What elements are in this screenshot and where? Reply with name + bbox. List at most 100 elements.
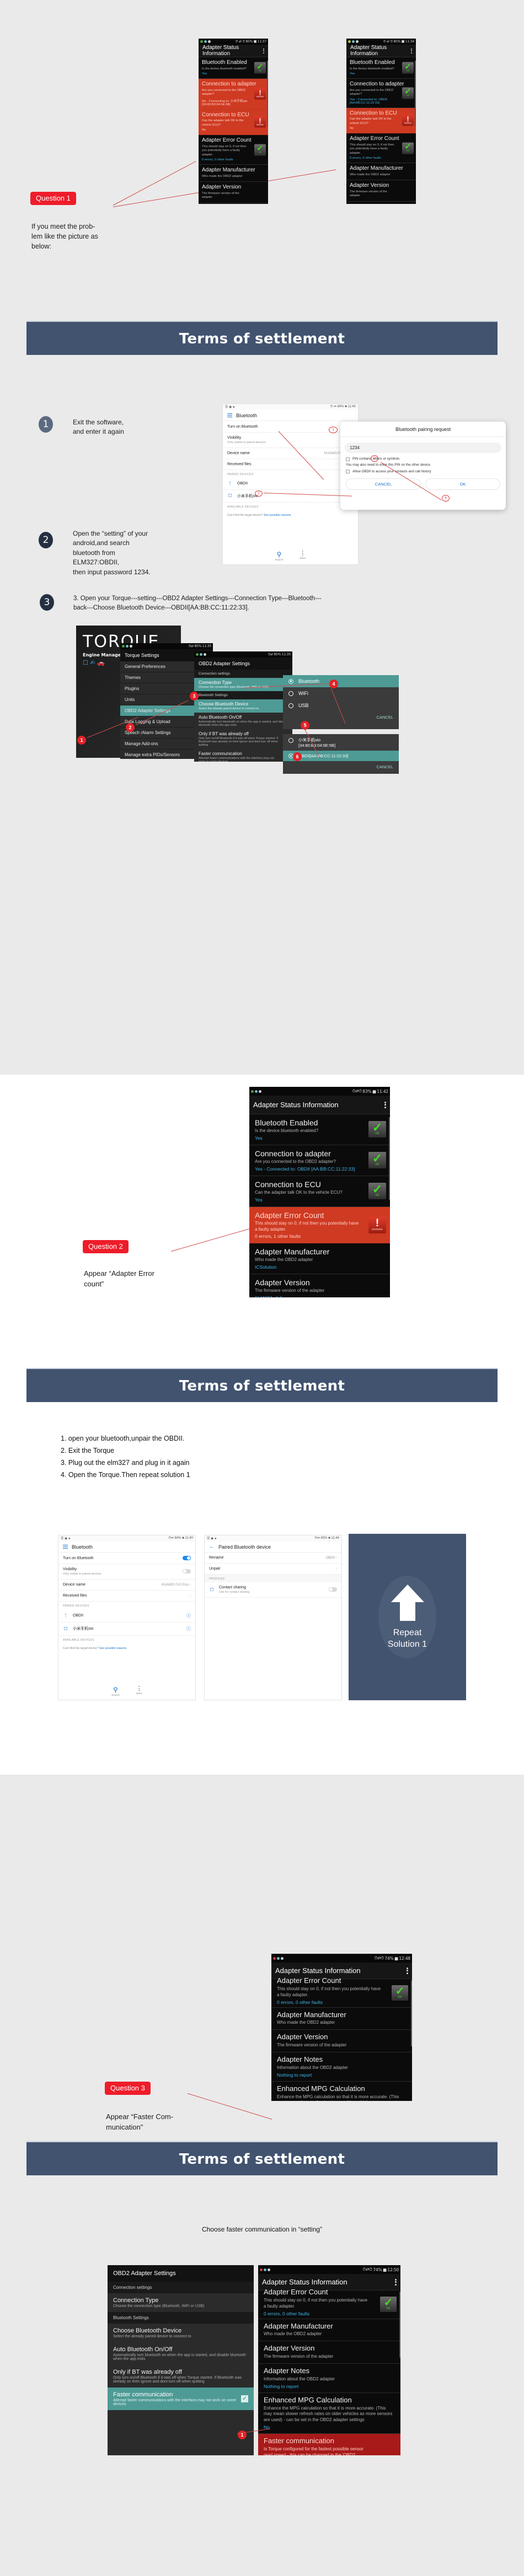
- overflow-menu-icon[interactable]: [384, 1101, 386, 1108]
- checkbox-icon[interactable]: [346, 457, 350, 461]
- row-value: 0 errors, 0 other faults: [350, 157, 381, 160]
- rename-row[interactable]: Rename OBDII ›: [205, 1553, 341, 1564]
- radio-icon[interactable]: [288, 703, 293, 708]
- obd2-adapter-settings-screen-2: OBD2 Adapter Settings Connection setting…: [108, 2265, 254, 2455]
- warning-badge-icon: ! WARNING: [254, 116, 266, 128]
- info-icon[interactable]: ⓘ: [186, 1613, 191, 1619]
- adapter-status-list: Bluetooth Enabled Is the device bluetoot…: [199, 57, 268, 204]
- overflow-menu-icon[interactable]: [411, 48, 412, 53]
- only-if-bt-off-item[interactable]: Only if BT was already off Only turn on/…: [194, 729, 292, 749]
- cancel-button[interactable]: CANCEL: [283, 761, 399, 774]
- device-name-row[interactable]: Device name HUAWEI P10 Plus ›: [58, 1580, 195, 1591]
- faster-checkbox[interactable]: ✓: [241, 2395, 248, 2402]
- hamburger-icon[interactable]: [63, 1544, 68, 1549]
- search-button[interactable]: ⚲ Search: [111, 1686, 120, 1696]
- row-value: Nothing to report: [277, 2072, 312, 2078]
- bluetooth-toggle[interactable]: [183, 1556, 191, 1560]
- marker-6: 6: [293, 752, 302, 761]
- status-row-enhanced-mpg: Enhanced MPG Calculation Enhance the MPG…: [271, 2081, 412, 2101]
- marker-2: 2: [126, 723, 135, 732]
- choose-bluetooth-device-item[interactable]: Choose Bluetooth Device Select the alrea…: [108, 2324, 254, 2342]
- repeat-solution-panel: Repeat Solution 1: [349, 1534, 466, 1700]
- paired-device-obdii[interactable]: ᛏ OBDII: [223, 478, 358, 490]
- phone-q2: ⏱⇄⏱ 83% ■ 11:42 Adapter Status Informati…: [249, 1087, 390, 1297]
- only-if-bt-off-item[interactable]: Only if BT was already off Only turn on/…: [108, 2365, 254, 2388]
- ok-badge-icon: ✓ OK: [402, 62, 414, 74]
- paired-devices-header: PAIRED DEVICES: [227, 472, 254, 476]
- settlement-banner-3: Terms of settlement: [26, 2141, 498, 2175]
- connection-type-item[interactable]: Connection Type Choose the connection ty…: [108, 2293, 254, 2312]
- warning-badge-icon: ! WARNING: [402, 114, 414, 126]
- profiles-header: PROFILES: [205, 1575, 341, 1582]
- more-button[interactable]: ⋮ More: [136, 1686, 142, 1696]
- battery-text: 84%: [337, 405, 344, 408]
- option-wifi[interactable]: WiFi: [283, 687, 399, 699]
- allow-contacts-row[interactable]: Allow OBDII to access your contacts and …: [340, 469, 506, 475]
- pin-contains-letters-row[interactable]: PIN contains letters or symbols: [340, 456, 506, 462]
- status-right-icons: ⏱⇄⏱ 74% ■ 12:48: [374, 1955, 411, 1961]
- contact-sharing-label: Contact sharing: [219, 1586, 247, 1589]
- bluetooth-icon: ᛏ: [228, 481, 232, 486]
- contact-sharing-toggle[interactable]: [329, 1587, 337, 1592]
- device-name-row[interactable]: Device name HUAWEI P10 Plus ›: [223, 448, 358, 459]
- see-possible-reasons-link[interactable]: See possible reasons: [99, 1647, 127, 1650]
- scrollbar[interactable]: [399, 2292, 400, 2358]
- choose-device-title: Choose Bluetooth Device: [113, 2327, 182, 2334]
- ok-button[interactable]: OK: [425, 478, 500, 490]
- option-bluetooth[interactable]: Bluetooth: [283, 675, 399, 687]
- status-bar: ⏱ ⇄ ⏱ 85% ■ 11:37: [199, 39, 268, 45]
- row-title: Adapter Version: [202, 184, 242, 191]
- auto-bluetooth-item[interactable]: Auto Bluetooth On/Off Automatically turn…: [108, 2342, 254, 2365]
- phone-q3-after: ⏱⇄⏱ 74% ■ 12:50 Adapter Status Informati…: [258, 2265, 400, 2455]
- checkbox-icon[interactable]: [346, 470, 350, 473]
- see-possible-reasons-link[interactable]: See possible reasons: [264, 514, 291, 517]
- turn-on-bluetooth-row[interactable]: Turn on Bluetooth: [58, 1553, 195, 1564]
- paired-device-obdii[interactable]: ᛏ OBDII ⓘ: [58, 1609, 195, 1623]
- marker-ring-2: 2: [255, 491, 263, 497]
- visibility-row[interactable]: Visibility Only visible to paired device…: [223, 433, 358, 448]
- unpair-row[interactable]: Unpair ›: [205, 1564, 341, 1575]
- pin-input[interactable]: 1234: [345, 443, 501, 453]
- visibility-toggle[interactable]: [183, 1569, 191, 1574]
- more-button[interactable]: ⋮ More: [300, 551, 306, 561]
- radio-icon[interactable]: [288, 691, 293, 696]
- scrollbar[interactable]: [411, 1980, 412, 2046]
- row-value: No: [202, 128, 206, 132]
- radio-icon[interactable]: [288, 678, 293, 684]
- connection-settings-header: Connection settings: [194, 670, 292, 678]
- radio-icon[interactable]: [288, 738, 293, 743]
- connection-type-item[interactable]: Connection Type Choose the connection ty…: [194, 678, 292, 691]
- phone-icon: ☐: [228, 493, 232, 498]
- back-arrow-icon[interactable]: ←: [209, 1544, 215, 1550]
- paired-device-xiaomi[interactable]: ☐ 小米手机sto ⓘ: [58, 1623, 195, 1636]
- overflow-menu-icon[interactable]: [395, 2278, 397, 2286]
- visibility-row[interactable]: Visibility Only visible to paired device…: [58, 1564, 195, 1580]
- choose-bluetooth-device-item[interactable]: Choose Bluetooth Device Select the alrea…: [194, 699, 292, 713]
- app-bar: Adapter Status Information: [199, 45, 268, 57]
- contact-sharing-row[interactable]: ☐ Contact sharing Use for contact sharin…: [205, 1582, 341, 1598]
- overflow-menu-icon[interactable]: [263, 48, 264, 53]
- question-2-body: Appear “Adapter Error count”: [84, 1269, 238, 1290]
- row-value: 0 errors, 1 other faults: [255, 1233, 301, 1240]
- search-button[interactable]: ⚲ Search: [275, 551, 284, 561]
- received-files-label: Received files: [63, 1593, 87, 1598]
- info-icon[interactable]: ⓘ: [186, 1626, 191, 1632]
- received-files-row[interactable]: Received files ›: [223, 459, 358, 470]
- received-files-row[interactable]: Received files ›: [58, 1591, 195, 1602]
- faster-communication-item[interactable]: Faster communication Attempt faster comm…: [194, 749, 292, 762]
- scrollbar[interactable]: [415, 61, 416, 127]
- option-usb[interactable]: USB: [283, 699, 399, 712]
- scrollbar[interactable]: [267, 61, 268, 127]
- faster-communication-item[interactable]: Faster communication Attempt faster comm…: [108, 2388, 254, 2410]
- device-option-xiaomi[interactable]: 小米手机sto [34:80:B3:04:5E:5B]: [283, 734, 399, 751]
- rename-label: Rename: [209, 1556, 224, 1560]
- auto-bluetooth-item[interactable]: Auto Bluetooth On/Off Automatically turn…: [194, 713, 292, 729]
- status-row-adapter-notes: Adapter Notes Information about the OBD2…: [258, 2364, 400, 2393]
- turn-on-bluetooth-label: Turn on Bluetooth: [63, 1556, 94, 1560]
- bluetooth-settings-header: Bluetooth Settings: [194, 691, 292, 699]
- hamburger-icon[interactable]: [227, 413, 232, 418]
- turn-on-bluetooth-row[interactable]: Turn on Bluetooth: [223, 421, 358, 433]
- overflow-menu-icon[interactable]: [407, 1967, 408, 1974]
- scrollbar[interactable]: [389, 1117, 390, 1200]
- paired-device-xiaomi[interactable]: ☐ 小米手机sto: [223, 490, 358, 503]
